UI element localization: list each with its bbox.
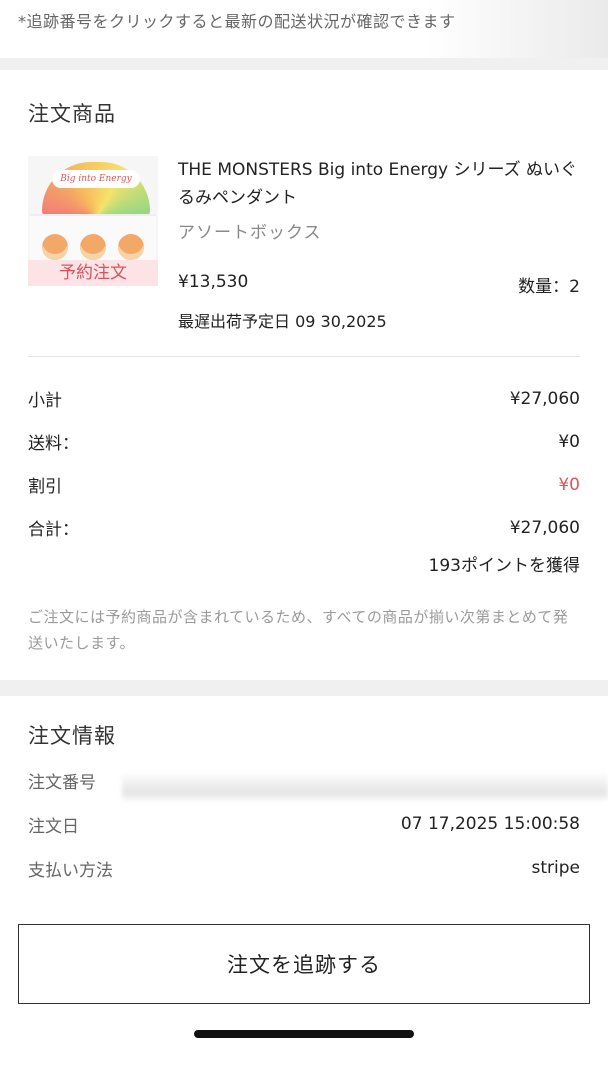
tracking-note: *追跡番号をクリックすると最新の配送状況が確認できます [0, 0, 608, 58]
payment-value: stripe [531, 858, 581, 878]
total-value: ¥27,060 [509, 517, 580, 538]
order-date-row: 注文日 07 17,2025 15:00:58 [28, 802, 580, 846]
doll-icon [80, 234, 106, 260]
product-price: ¥13,530 [178, 272, 249, 292]
order-date-value: 07 17,2025 15:00:58 [400, 814, 580, 834]
shipping-value: ¥0 [558, 431, 580, 452]
preorder-tag: 予約注文 [28, 260, 158, 286]
discount-row: 割引 ¥0 [28, 463, 580, 506]
doll-icon [42, 234, 68, 260]
order-date-label: 注文日 [28, 816, 79, 837]
subtotal-row: 小計 ¥27,060 [28, 377, 580, 420]
subtotal-value: ¥27,060 [509, 388, 580, 409]
product-logo: Big into Energy [52, 170, 140, 188]
track-order-button[interactable]: 注文を追跡する [18, 924, 590, 1004]
divider [28, 356, 580, 357]
order-items-section: 注文商品 Big into Energy 予約注文 THE MONSTERS B… [0, 70, 608, 680]
product-ship-date: 最遅出荷予定日 09 30,2025 [178, 312, 387, 331]
shipping-row: 送料： ¥0 [28, 420, 580, 463]
order-info-title: 注文情報 [28, 724, 116, 748]
payment-row: 支払い方法 stripe [28, 846, 580, 890]
order-number-label: 注文番号 [28, 772, 96, 793]
doll-icon [118, 234, 144, 260]
discount-value: ¥0 [558, 474, 580, 495]
subtotal-label: 小計 [28, 391, 62, 411]
section-gap [0, 58, 608, 70]
product-thumbnail[interactable]: Big into Energy 予約注文 [28, 156, 158, 286]
product-quantity: 数量：2 [518, 277, 580, 297]
shipping-label: 送料： [28, 434, 79, 454]
product-info: THE MONSTERS Big into Energy シリーズ ぬいぐるみペ… [178, 156, 580, 243]
product-card[interactable]: Big into Energy 予約注文 THE MONSTERS Big in… [28, 156, 580, 356]
preorder-note: ご注文には予約商品が含まれているため、すべての商品が揃い次第まとめて発送いたしま… [28, 608, 569, 652]
product-variant: アソートボックス [178, 223, 322, 243]
order-info-section: 注文情報 注文番号 注文日 07 17,2025 15:00:58 支払い方法 … [0, 696, 608, 910]
section-gap [0, 680, 608, 696]
order-number-redacted [122, 772, 608, 802]
total-row: 合計： ¥27,060 [28, 506, 580, 549]
home-indicator[interactable] [194, 1030, 414, 1038]
payment-label: 支払い方法 [28, 860, 113, 881]
order-summary: 小計 ¥27,060 送料： ¥0 割引 ¥0 合計： ¥27,060 193ポ… [28, 377, 580, 577]
order-items-title: 注文商品 [28, 102, 116, 126]
discount-label: 割引 [28, 477, 62, 497]
points-earned: 193ポイントを獲得 [428, 556, 580, 576]
total-label: 合計： [28, 520, 79, 540]
product-name[interactable]: THE MONSTERS Big into Energy シリーズ ぬいぐるみペ… [178, 156, 580, 212]
button-area: 注文を追跡する [0, 910, 608, 1080]
